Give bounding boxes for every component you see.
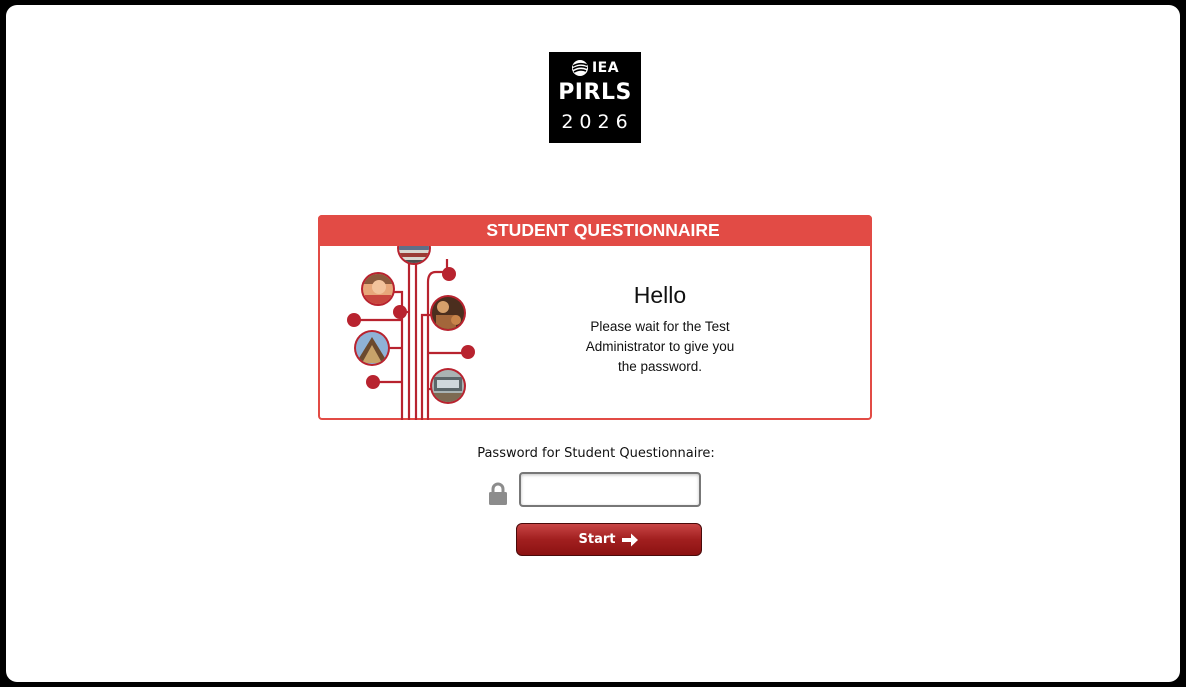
card-title: STUDENT QUESTIONNAIRE [318,215,872,246]
logo-org-row: IEA [549,57,641,79]
instruction-line: Please wait for the Test [590,319,730,334]
logo-year-text: 2026 [561,111,634,133]
instruction-line: the password. [617,359,703,374]
instruction-line: Administrator to give you [585,339,735,354]
instruction-message: Please wait for the Test Administrator t… [565,317,755,377]
start-button-label: Start [578,532,616,547]
password-input[interactable] [519,472,701,507]
arrow-right-icon [622,533,639,546]
greeting-heading: Hello [633,282,687,308]
app-window: IEA PIRLS 2026 STUDENT QUESTIONNAIRE Hel… [6,5,1180,682]
questionnaire-card: STUDENT QUESTIONNAIRE Hello Please wait … [318,215,872,420]
password-label: Password for Student Questionnaire: [477,446,715,461]
globe-icon [571,60,588,76]
logo-org-text: IEA [591,60,620,76]
logo-program-text: PIRLS [558,80,632,105]
lock-icon [489,482,507,505]
start-button[interactable]: Start [516,523,702,556]
pirls-logo: IEA PIRLS 2026 [549,52,641,143]
